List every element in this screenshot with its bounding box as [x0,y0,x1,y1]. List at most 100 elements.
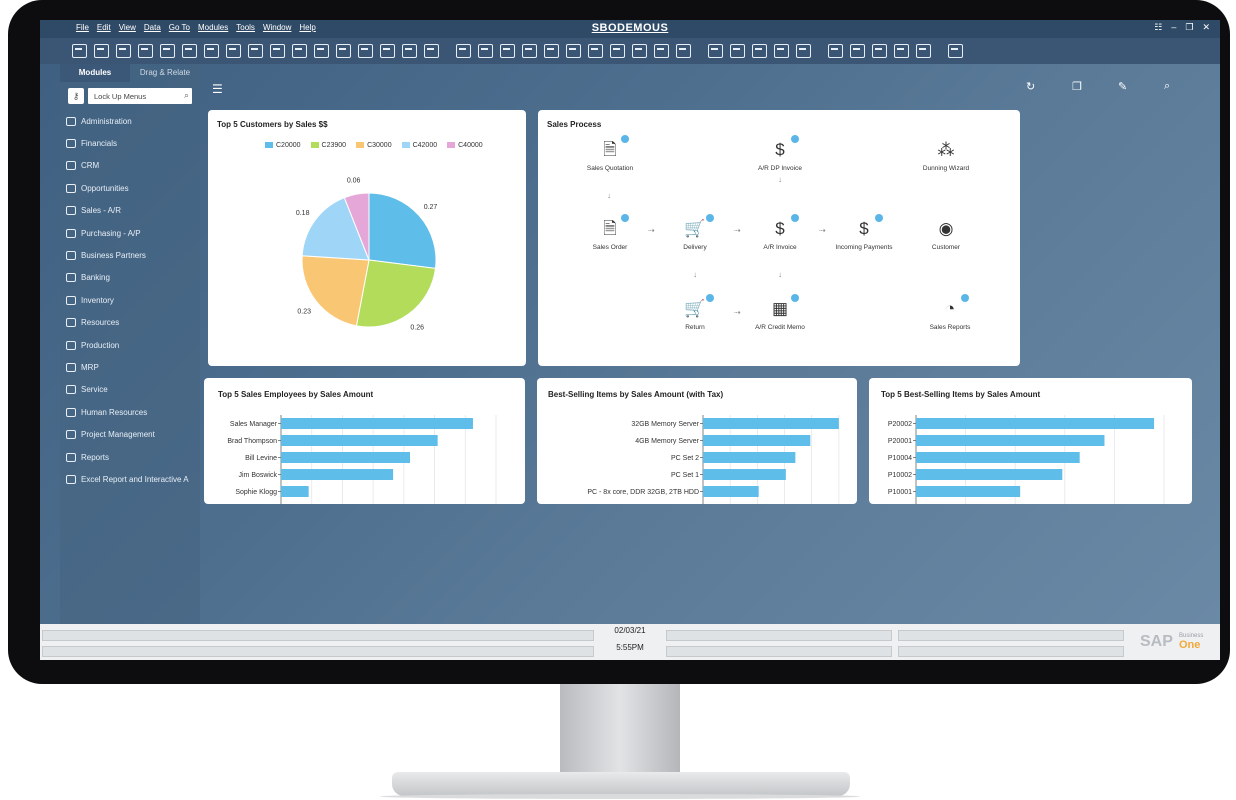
edit-icon[interactable] [894,44,909,58]
sort-icon[interactable] [380,44,395,58]
search-icon[interactable]: ⌕ [184,90,189,101]
layout-designer-icon[interactable] [588,44,603,58]
bar[interactable] [916,418,1155,429]
bar[interactable] [281,486,309,497]
sidebar-item-purchasing-ap[interactable]: Purchasing - A/P [60,222,200,244]
process-step[interactable]: $ A/R DP Invoice [740,135,820,172]
process-step[interactable]: 🛒 Delivery [655,214,735,251]
calculator-icon[interactable] [708,44,723,58]
funnel-icon[interactable] [402,44,417,58]
sidebar-item-sales-ar[interactable]: Sales - A/R [60,200,200,222]
refresh-icon[interactable] [358,44,373,58]
journal-entry-icon[interactable] [478,44,493,58]
process-step[interactable]: ⁂ Dunning Wizard [906,139,986,172]
process-step[interactable]: $ Incoming Payments [824,214,904,251]
menu-search-input[interactable]: Lock Up Menus ⌕ [88,88,192,104]
process-step[interactable]: $ A/R Invoice [740,214,820,251]
move-icon[interactable] [226,44,241,58]
process-step[interactable]: 🛒 Return [655,294,735,331]
process-step[interactable]: 🗎 Sales Order [570,214,650,251]
word-icon[interactable] [204,44,219,58]
sidebar-item-mrp[interactable]: MRP [60,356,200,378]
minimize-icon[interactable]: – [1171,22,1176,33]
pie-slice[interactable] [301,255,370,327]
sidebar-item-crm[interactable]: CRM [60,155,200,177]
expand-badge-icon[interactable] [791,135,799,143]
bar[interactable] [916,486,1021,497]
document-drafts-icon[interactable] [730,44,745,58]
settings-icon[interactable] [566,44,581,58]
bar[interactable] [281,469,394,480]
bar[interactable] [703,452,796,463]
expand-badge-icon[interactable] [621,135,629,143]
sidebar-item-inventory[interactable]: Inventory [60,289,200,311]
volume-weight-icon[interactable] [544,44,559,58]
search-icon[interactable]: ⌕ [1164,80,1170,93]
sidebar-item-excel-report[interactable]: Excel Report and Interactive A [60,468,200,490]
print-icon[interactable] [94,44,109,58]
refresh-icon[interactable]: ↻ [1026,80,1035,93]
bar[interactable] [916,452,1080,463]
expand-badge-icon[interactable] [961,294,969,302]
expand-badge-icon[interactable] [706,294,714,302]
form-settings-icon[interactable] [610,44,625,58]
gross-profit-icon[interactable] [500,44,515,58]
process-step[interactable]: ◔ Sales Reports [910,294,990,331]
add-widget-icon[interactable]: ❐ [1072,80,1082,93]
bar[interactable] [703,486,759,497]
next-record-icon[interactable] [314,44,329,58]
expand-badge-icon[interactable] [875,214,883,222]
pie-slice[interactable] [355,259,437,328]
bar[interactable] [916,435,1105,446]
process-step[interactable]: ▦ A/R Credit Memo [740,294,820,331]
sidebar-item-project-management[interactable]: Project Management [60,423,200,445]
key-icon[interactable]: ⚷ [68,88,84,104]
first-record-icon[interactable] [270,44,285,58]
sidebar-item-production[interactable]: Production [60,334,200,356]
last-record-icon[interactable] [336,44,351,58]
link-icon[interactable] [872,44,887,58]
bar[interactable] [703,435,811,446]
restore-icon[interactable]: ❐ [1185,22,1193,33]
sidebar-item-administration[interactable]: Administration [60,110,200,132]
sidebar-item-reports[interactable]: Reports [60,446,200,468]
export-pdf-icon[interactable] [138,44,153,58]
sidebar-item-financials[interactable]: Financials [60,132,200,154]
sidebar-item-business-partners[interactable]: Business Partners [60,244,200,266]
find-icon[interactable] [72,44,87,58]
widget-icon[interactable] [796,44,811,58]
launch-icon[interactable] [828,44,843,58]
update-icon[interactable] [916,44,931,58]
expand-badge-icon[interactable] [706,214,714,222]
bar[interactable] [916,469,1063,480]
bar[interactable] [281,435,438,446]
sidebar-item-service[interactable]: Service [60,379,200,401]
base-document-icon[interactable] [424,44,439,58]
bar[interactable] [281,452,410,463]
sidebar-item-human-resources[interactable]: Human Resources [60,401,200,423]
payment-means-icon[interactable] [522,44,537,58]
user-defined-icon[interactable] [774,44,789,58]
cockpit-icon[interactable] [752,44,767,58]
window-icon[interactable] [850,44,865,58]
expand-badge-icon[interactable] [791,294,799,302]
previous-record-icon[interactable] [292,44,307,58]
hamburger-menu-icon[interactable]: ☰ [212,82,223,96]
sidebar-item-opportunities[interactable]: Opportunities [60,177,200,199]
preview-icon[interactable] [116,44,131,58]
bar[interactable] [703,418,839,429]
calendar-icon[interactable] [676,44,691,58]
excel-icon[interactable] [182,44,197,58]
tab-modules[interactable]: Modules [60,64,130,82]
expand-badge-icon[interactable] [791,214,799,222]
bar[interactable] [281,418,473,429]
close-icon[interactable]: ✕ [1202,22,1210,33]
filter-icon[interactable] [248,44,263,58]
expand-badge-icon[interactable] [621,214,629,222]
help-icon[interactable] [948,44,963,58]
query-icon[interactable] [632,44,647,58]
messages-icon[interactable] [654,44,669,58]
sidebar-item-resources[interactable]: Resources [60,312,200,334]
tab-drag-relate[interactable]: Drag & Relate [130,64,200,82]
process-step[interactable]: 🗎 Sales Quotation [570,135,650,172]
